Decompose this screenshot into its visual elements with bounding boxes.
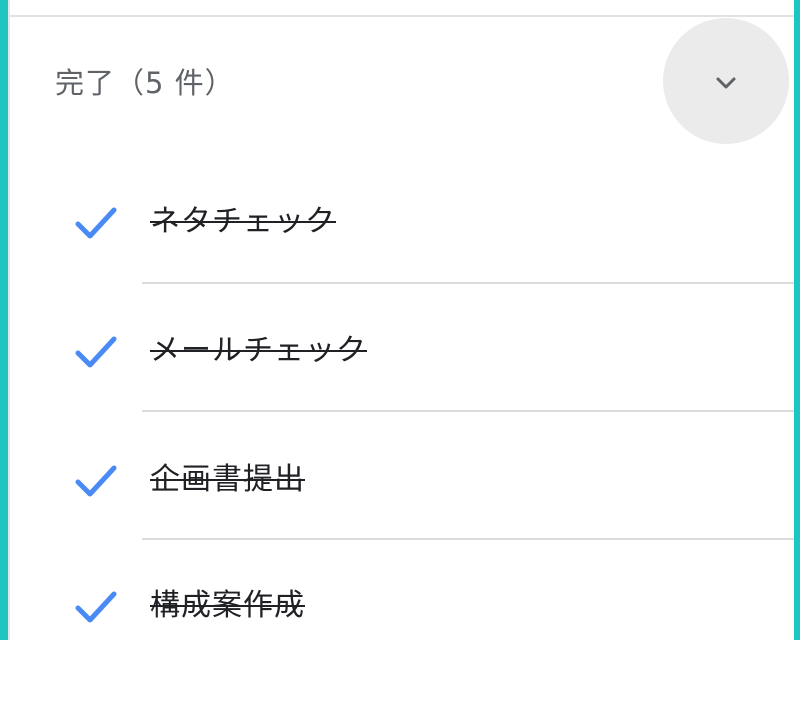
checkmark-icon[interactable]	[72, 460, 120, 504]
chevron-down-icon	[716, 77, 736, 89]
window-frame-right	[794, 0, 800, 640]
collapse-completed-button[interactable]	[663, 18, 789, 144]
task-item[interactable]: ネタチェック	[8, 196, 794, 324]
task-divider	[142, 538, 794, 540]
checkmark-icon[interactable]	[72, 202, 120, 246]
task-title: ネタチェック	[150, 204, 336, 239]
window-frame-left	[0, 0, 8, 640]
checkmark-icon[interactable]	[72, 331, 120, 375]
task-item[interactable]: メールチェック	[8, 325, 794, 453]
task-title: 構成案作成	[150, 588, 305, 623]
task-item[interactable]: 構成案作成	[8, 580, 794, 708]
completed-section-header[interactable]: 完了（5 件）	[55, 60, 235, 102]
task-item[interactable]: 企画書提出	[8, 454, 794, 582]
task-title: 企画書提出	[150, 462, 305, 497]
task-title: メールチェック	[150, 333, 367, 368]
task-divider	[142, 282, 794, 284]
checkmark-icon[interactable]	[72, 586, 120, 630]
task-divider	[142, 410, 794, 412]
section-divider	[8, 15, 794, 17]
